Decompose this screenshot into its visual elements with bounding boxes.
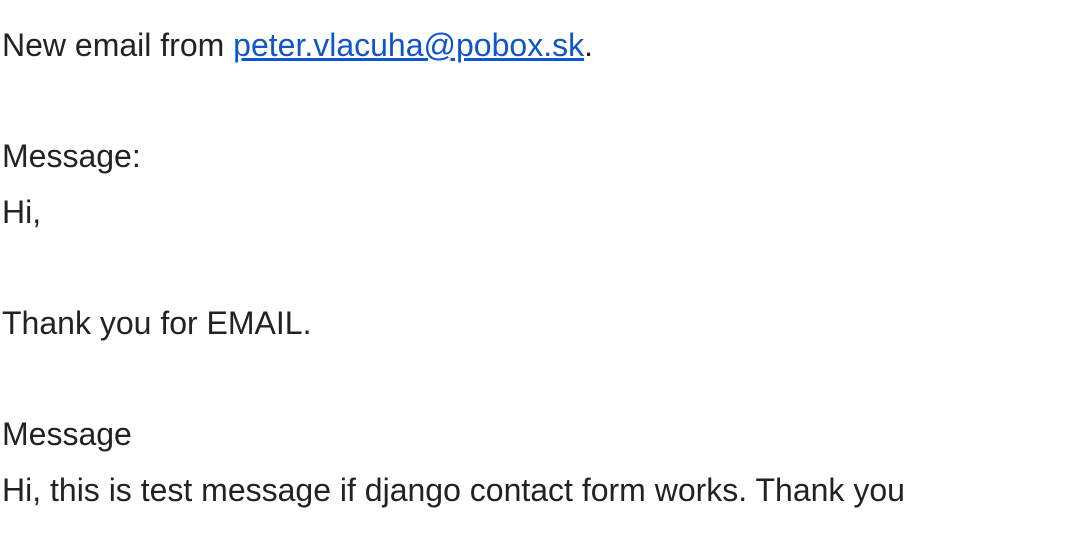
message-label: Message:	[2, 138, 141, 175]
email-body: New email from peter.vlacuha@pobox.sk. M…	[2, 18, 905, 518]
message-body: Hi, this is test message if django conta…	[2, 471, 905, 508]
message-heading: Message	[2, 416, 132, 453]
sender-email-link[interactable]: peter.vlacuha@pobox.sk	[233, 27, 584, 63]
intro-suffix: .	[584, 27, 593, 63]
greeting: Hi,	[2, 193, 42, 230]
intro-line: New email from peter.vlacuha@pobox.sk.	[2, 18, 905, 74]
intro-prefix: New email from	[2, 27, 234, 63]
thanks-line: Thank you for EMAIL.	[2, 304, 312, 341]
